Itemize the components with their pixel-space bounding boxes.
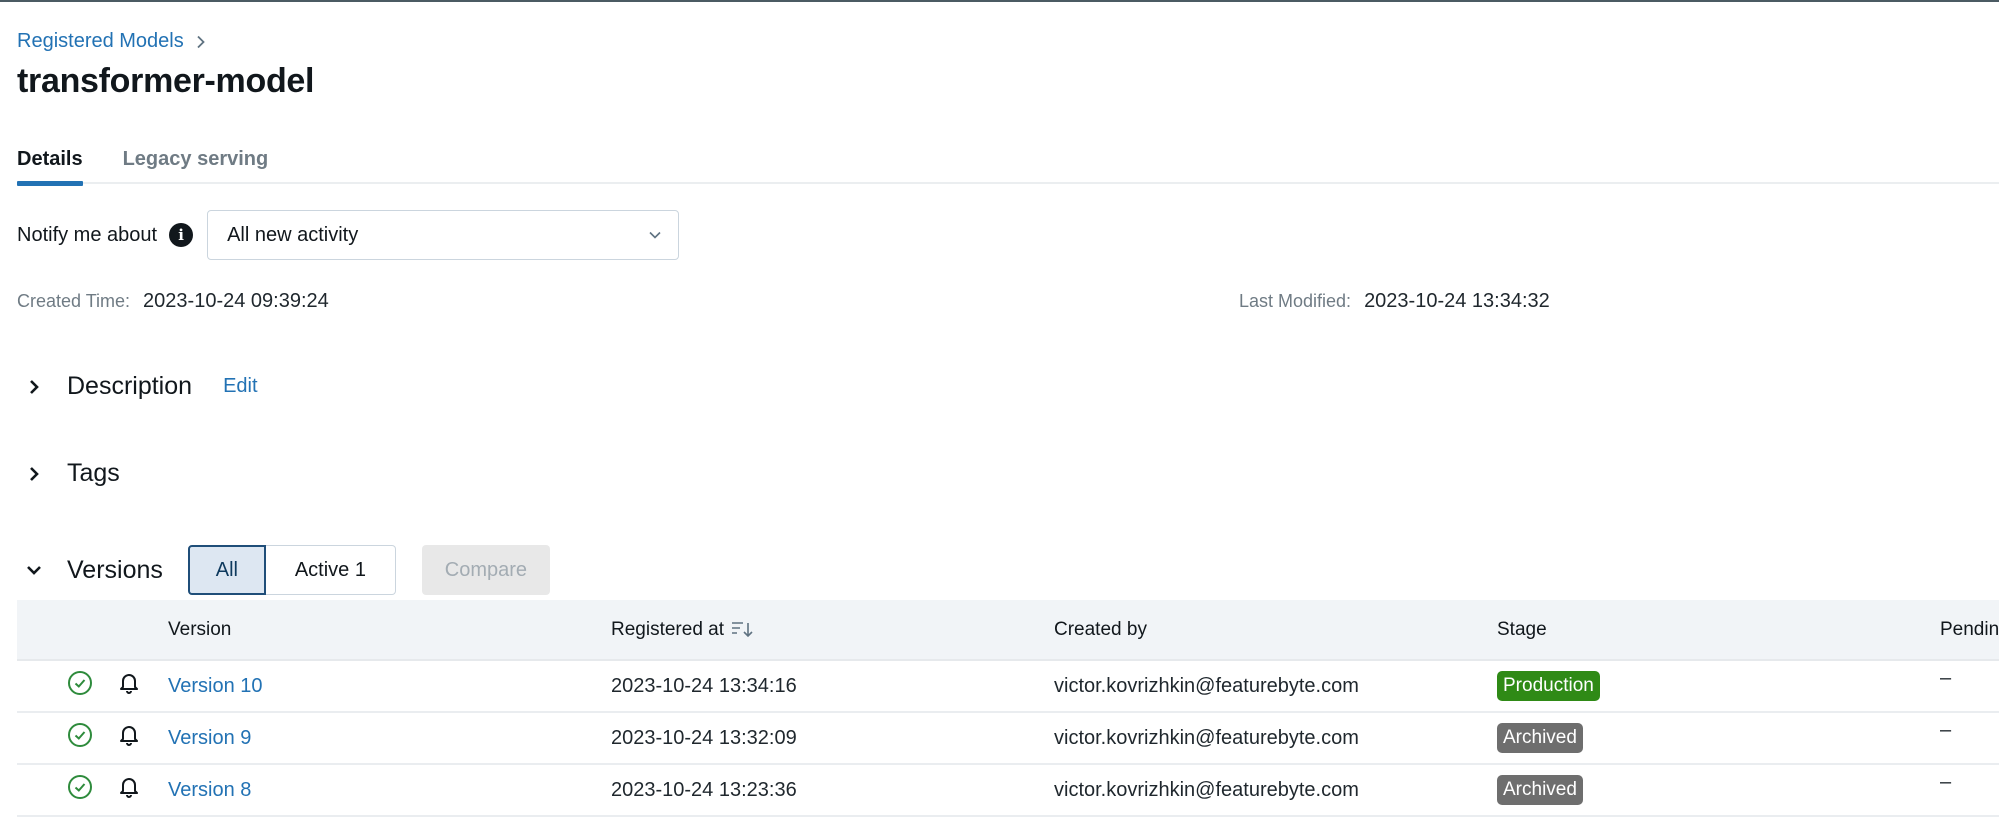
registered-at-cell: 2023-10-24 13:23:36 <box>611 778 797 801</box>
filter-all-button[interactable]: All <box>187 545 266 595</box>
notify-select[interactable]: All new activity <box>207 210 680 260</box>
chevron-right-icon[interactable] <box>22 375 46 399</box>
compare-button[interactable]: Compare <box>421 545 550 595</box>
check-circle-icon <box>67 774 93 806</box>
col-header-registered-at[interactable]: Registered at <box>611 619 754 641</box>
breadcrumb: Registered Models <box>17 30 206 53</box>
tab-details[interactable]: Details <box>17 146 83 186</box>
notify-row: Notify me about i All new activity <box>17 210 680 260</box>
tab-bar: Details Legacy serving <box>17 146 1999 186</box>
col-header-created-by: Created by <box>1054 618 1147 640</box>
breadcrumb-registered-models[interactable]: Registered Models <box>17 30 184 53</box>
tab-legacy-serving[interactable]: Legacy serving <box>123 146 269 184</box>
pending-cell: – <box>1940 771 1952 793</box>
table-row: Version 8 2023-10-24 13:23:36 victor.kov… <box>17 765 1999 817</box>
filter-active-button[interactable]: Active 1 <box>265 545 396 595</box>
pending-cell: – <box>1940 719 1952 741</box>
tags-section: Tags <box>22 459 120 488</box>
bell-icon[interactable] <box>117 722 141 754</box>
chevron-down-icon[interactable] <box>22 558 46 582</box>
last-modified-label: Last Modified: <box>1239 291 1352 311</box>
registered-at-cell: 2023-10-24 13:34:16 <box>611 674 797 697</box>
last-modified-value: 2023-10-24 13:34:32 <box>1364 290 1550 312</box>
check-circle-icon <box>67 670 93 702</box>
version-link[interactable]: Version 8 <box>168 779 251 802</box>
description-edit-link[interactable]: Edit <box>223 375 257 398</box>
notify-select-value: All new activity <box>227 223 359 246</box>
col-header-stage: Stage <box>1497 618 1547 640</box>
info-icon[interactable]: i <box>169 223 194 247</box>
last-modified: Last Modified: 2023-10-24 13:34:32 <box>1239 290 1550 313</box>
page-title: transformer-model <box>17 62 315 100</box>
col-header-version: Version <box>168 618 232 640</box>
tags-title[interactable]: Tags <box>67 459 120 488</box>
top-border <box>0 0 1999 2</box>
bell-icon[interactable] <box>117 774 141 806</box>
col-header-registered-at-label: Registered at <box>611 618 725 640</box>
version-link[interactable]: Version 10 <box>168 675 263 698</box>
versions-title[interactable]: Versions <box>67 556 163 585</box>
version-link[interactable]: Version 9 <box>168 727 251 750</box>
stage-badge-archived: Archived <box>1497 775 1583 805</box>
versions-section: Versions All Active 1 Compare <box>22 545 550 595</box>
notify-label: Notify me about <box>17 223 158 246</box>
created-time: Created Time: 2023-10-24 09:39:24 <box>17 290 329 313</box>
row-icons <box>67 670 141 702</box>
created-by-cell: victor.kovrizhkin@featurebyte.com <box>1054 674 1359 697</box>
table-header: Version Registered at Created by Stage P… <box>17 600 1999 661</box>
sort-descending-icon[interactable] <box>730 620 754 640</box>
stage-cell: Archived <box>1497 723 1583 753</box>
stage-badge-archived: Archived <box>1497 723 1583 753</box>
stage-cell: Production <box>1497 671 1600 701</box>
description-section: Description Edit <box>22 372 258 401</box>
chevron-right-icon <box>196 35 206 49</box>
table-row: Version 9 2023-10-24 13:32:09 victor.kov… <box>17 713 1999 765</box>
table-row: Version 10 2023-10-24 13:34:16 victor.ko… <box>17 661 1999 713</box>
pending-cell: – <box>1940 667 1952 689</box>
created-time-value: 2023-10-24 09:39:24 <box>143 290 329 312</box>
bell-icon[interactable] <box>117 670 141 702</box>
versions-table: Version Registered at Created by Stage P… <box>17 600 1999 817</box>
row-icons <box>67 722 141 754</box>
stage-badge-production: Production <box>1497 671 1600 701</box>
created-time-label: Created Time: <box>17 291 131 311</box>
registered-at-cell: 2023-10-24 13:32:09 <box>611 726 797 749</box>
row-icons <box>67 774 141 806</box>
chevron-right-icon[interactable] <box>22 462 46 486</box>
chevron-down-icon <box>648 230 662 240</box>
col-header-pending: Pendin <box>1940 618 1999 640</box>
stage-cell: Archived <box>1497 775 1583 805</box>
versions-filter: All Active 1 <box>187 545 396 595</box>
check-circle-icon <box>67 722 93 754</box>
created-by-cell: victor.kovrizhkin@featurebyte.com <box>1054 726 1359 749</box>
description-title[interactable]: Description <box>67 372 192 401</box>
created-by-cell: victor.kovrizhkin@featurebyte.com <box>1054 778 1359 801</box>
